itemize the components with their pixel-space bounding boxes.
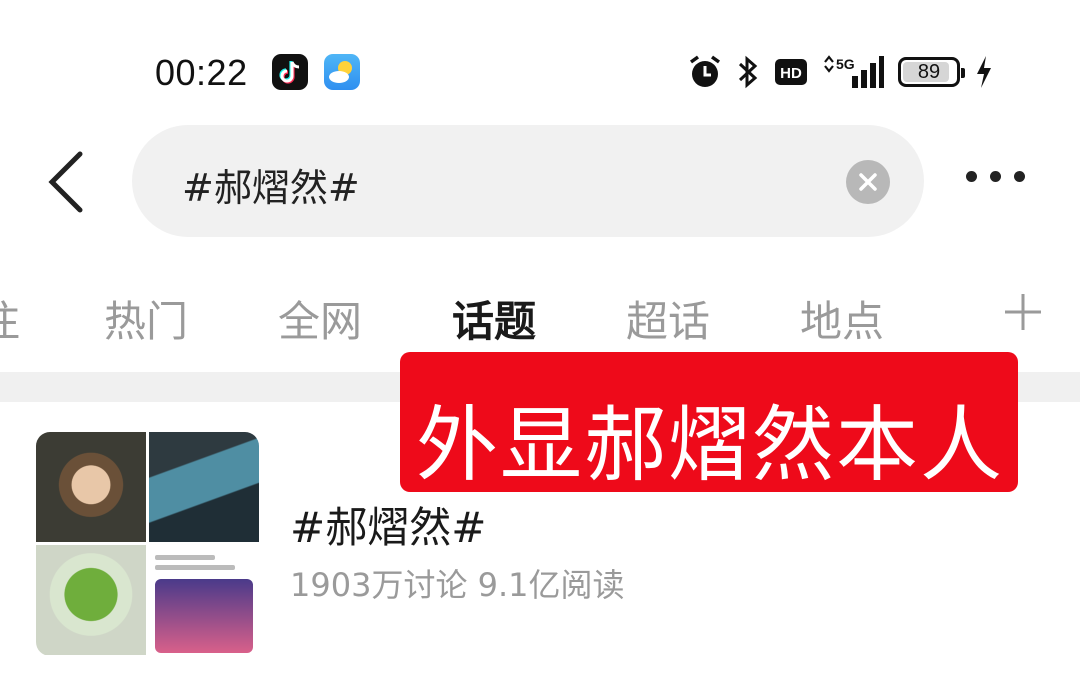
thumbnail-text-line	[155, 565, 235, 570]
tab-follow[interactable]: 注	[0, 288, 20, 349]
system-tray: HD 5G 89	[688, 50, 994, 94]
topic-stats: 1903万讨论 9.1亿阅读	[290, 566, 625, 604]
status-bar: 00:22 HD 5G 89	[0, 0, 1080, 140]
thumbnail-image	[149, 432, 259, 542]
add-tab-button[interactable]	[1003, 292, 1043, 332]
more-dot-icon	[966, 171, 977, 182]
charging-icon	[977, 56, 991, 88]
svg-text:5G: 5G	[836, 56, 855, 72]
overlay-caption-banner: 外显郝熠然本人	[400, 352, 1018, 493]
5g-signal-icon: 5G	[824, 55, 884, 88]
chevron-left-icon	[48, 151, 83, 213]
thumbnail-photo	[155, 579, 253, 653]
tab-location[interactable]: 地点	[800, 288, 884, 349]
plus-icon	[1005, 294, 1041, 330]
more-dot-icon	[1014, 171, 1025, 182]
topic-title[interactable]: #郝熠然#	[290, 494, 486, 555]
battery-level: 89	[917, 60, 941, 83]
overlay-caption-text: 外显郝熠然本人	[416, 398, 1005, 493]
thumbnail-text-line	[155, 555, 215, 560]
clear-search-button[interactable]	[846, 160, 890, 204]
tab-all-web[interactable]: 全网	[278, 288, 362, 349]
thumbnail-image	[36, 432, 146, 542]
thumbnail-image	[149, 545, 259, 655]
battery-indicator: 89	[898, 57, 965, 87]
search-input[interactable]: #郝熠然#	[182, 157, 360, 212]
status-time: 00:22	[155, 52, 248, 93]
search-bar[interactable]: #郝熠然#	[132, 125, 924, 237]
more-options-button[interactable]	[966, 171, 1025, 182]
alarm-icon	[689, 55, 721, 87]
tab-topic[interactable]: 话题	[452, 288, 536, 349]
svg-text:HD: HD	[780, 65, 802, 82]
more-dot-icon	[990, 171, 1001, 182]
hd-icon: HD	[775, 59, 807, 85]
thumbnail-image	[36, 545, 146, 655]
back-button[interactable]	[44, 150, 88, 214]
tab-super-topic[interactable]: 超话	[626, 288, 710, 349]
topic-thumbnail-grid[interactable]	[36, 432, 259, 656]
tab-bar: 注 热门 全网 话题 超话 地点	[0, 280, 1080, 350]
close-icon	[859, 173, 877, 191]
tab-hot[interactable]: 热门	[104, 288, 188, 349]
bluetooth-icon	[738, 55, 758, 89]
weather-icon	[324, 54, 360, 90]
tiktok-icon	[272, 54, 308, 90]
